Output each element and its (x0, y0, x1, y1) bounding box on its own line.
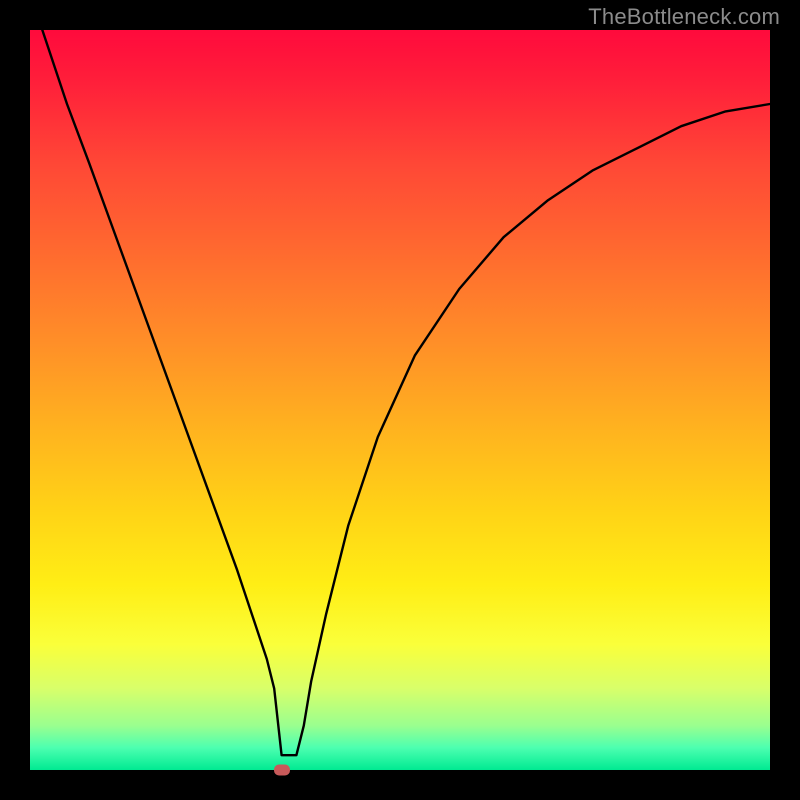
watermark-text: TheBottleneck.com (588, 4, 780, 30)
curve-path (30, 0, 770, 755)
bottleneck-curve (30, 30, 770, 770)
plot-area (30, 30, 770, 770)
chart-frame: TheBottleneck.com (0, 0, 800, 800)
optimal-point-marker (274, 765, 290, 776)
